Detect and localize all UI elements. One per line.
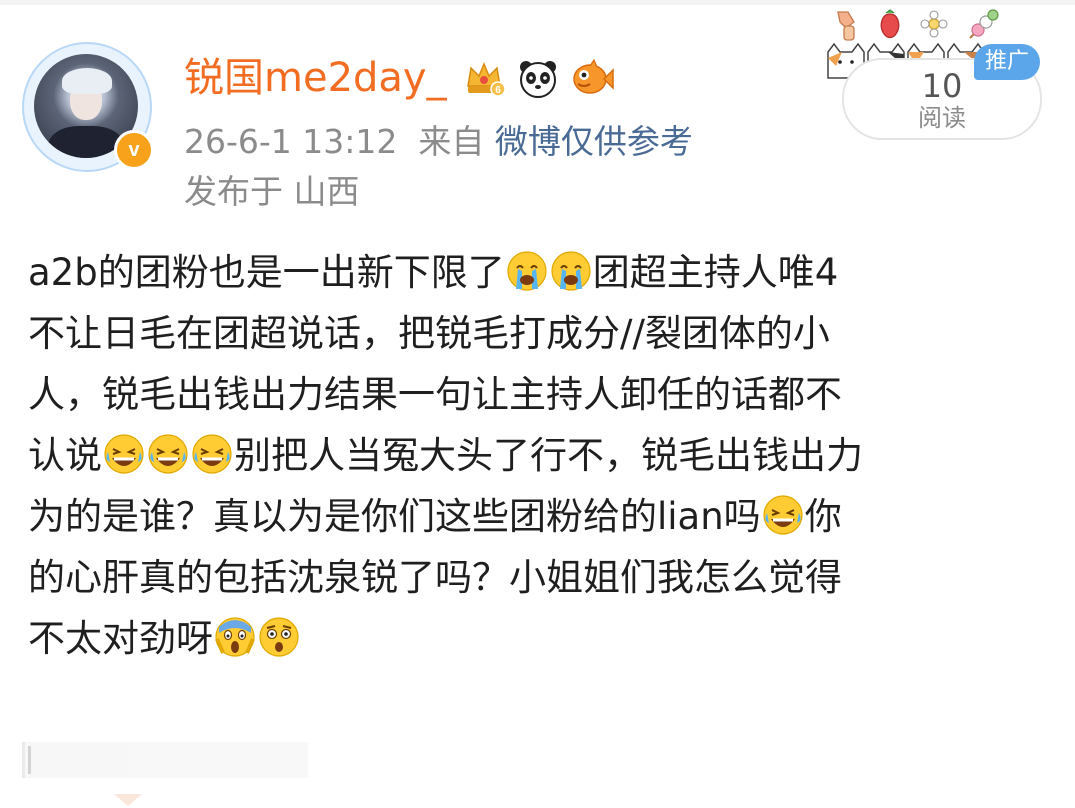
screaming-emoji-icon: [215, 617, 255, 657]
fish-badge-icon[interactable]: [570, 56, 614, 100]
post-line-text: 为的是谁？真以为是你们这些团粉给的lian吗: [28, 495, 761, 538]
post-line-text: 别把人当冤大头了行不，锐毛出钱出力: [234, 434, 863, 477]
svg-text:6: 6: [495, 85, 501, 96]
post-line-text: a2b的团粉也是一出新下限了: [28, 251, 505, 294]
crying-emoji-icon: [551, 251, 591, 291]
laughing-emoji-icon: [148, 434, 188, 474]
post-location: 发布于 山西: [184, 172, 360, 211]
avatar[interactable]: v: [22, 42, 154, 172]
post-line-7: 不太对劲呀: [28, 608, 1038, 669]
decoration-stickers-icon: [837, 9, 999, 41]
post-line-text: 不让日毛在团超说话，把锐毛打成分//裂团体的小: [28, 312, 830, 355]
post-meta: 26-6-1 13:12 来自 微博仅供参考: [184, 120, 693, 164]
post-line-text: 的心肝真的包括沈泉锐了吗？小姐姐们我怎么觉得: [28, 556, 842, 599]
post-line-text: 认说: [28, 434, 102, 477]
post-line-1: a2b的团粉也是一出新下限了 团超主持人唯4: [28, 242, 1038, 303]
username[interactable]: 锐国me2day_: [184, 52, 447, 104]
laughing-emoji-icon: [192, 434, 232, 474]
laughing-emoji-icon: [763, 495, 803, 535]
post-date: 26-6-1 13:12: [184, 122, 398, 161]
post-content: a2b的团粉也是一出新下限了 团超主持人唯4 不让日毛在团超说话，把锐毛打成分//…: [28, 242, 1038, 669]
post-line-text: 不太对劲呀: [28, 617, 213, 660]
crying-emoji-icon: [507, 251, 547, 291]
chevron-down-icon: [114, 794, 142, 806]
post-line-4: 认说 别把人当冤大头了行不，锐毛出钱出力: [28, 425, 1038, 486]
top-divider: [0, 0, 1075, 5]
post-line-text: 你: [804, 495, 842, 538]
verified-badge-icon: v: [114, 130, 154, 170]
laughing-emoji-icon: [104, 434, 144, 474]
post-line-3: 人，锐毛出钱出力结果一句让主持人卸任的话都不: [28, 364, 1038, 425]
promote-tag[interactable]: 推广: [974, 44, 1040, 80]
post-line-text: 人，锐毛出钱出力结果一句让主持人卸任的话都不: [28, 373, 842, 416]
blurred-footer: [22, 742, 308, 778]
post-line-6: 的心肝真的包括沈泉锐了吗？小姐姐们我怎么觉得: [28, 547, 1038, 608]
read-label: 阅读: [918, 104, 966, 132]
post-line-5: 为的是谁？真以为是你们这些团粉给的lian吗你: [28, 486, 1038, 547]
post-line-2: 不让日毛在团超说话，把锐毛打成分//裂团体的小: [28, 303, 1038, 364]
crown-badge-icon[interactable]: 6: [462, 56, 506, 100]
astonished-emoji-icon: [259, 617, 299, 657]
from-label: 来自: [418, 122, 485, 161]
post-line-text: 团超主持人唯4: [592, 251, 839, 294]
post-source-link[interactable]: 微博仅供参考: [495, 122, 693, 161]
panda-badge-icon[interactable]: [516, 56, 560, 100]
